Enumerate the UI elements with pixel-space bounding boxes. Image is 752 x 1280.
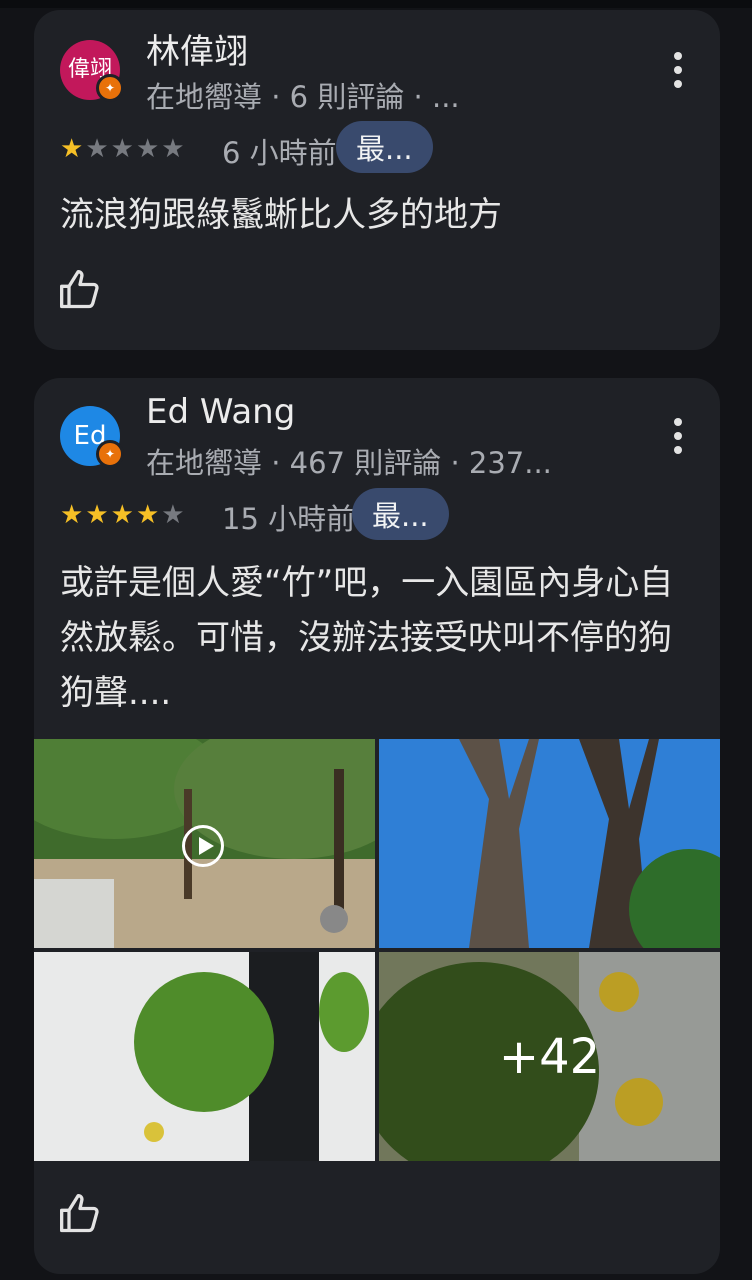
review-photo[interactable]: +42 (379, 952, 720, 1161)
star-icon: ★ (60, 500, 84, 530)
review-time: 6 小時前 (222, 136, 337, 170)
star-icon: ★ (135, 134, 160, 164)
review-video-thumbnail[interactable] (34, 739, 375, 948)
play-icon[interactable] (182, 825, 224, 867)
star-icon: ★ (85, 500, 109, 530)
star-icon: ★ (60, 134, 84, 164)
more-options-icon[interactable] (672, 418, 684, 454)
review-photo[interactable] (379, 739, 720, 948)
star-icon: ★ (161, 500, 185, 530)
local-guide-badge-icon: ✦ (96, 440, 124, 468)
avatar[interactable]: 偉翊 ✦ (60, 40, 124, 102)
star-rating: ★ ★ ★ ★ ★ (60, 502, 185, 528)
reviewer-name[interactable]: 林偉翊 (146, 24, 248, 73)
star-icon: ★ (85, 134, 109, 164)
photo-grid: +42 (34, 739, 720, 1163)
review-card: 偉翊 ✦ 林偉翊 在地嚮導 · 6 則評論 · ... ★ ★ ★ ★ ★ 6 … (34, 10, 720, 350)
star-icon: ★ (161, 134, 185, 164)
star-icon: ★ (110, 134, 134, 164)
thumb-up-icon[interactable] (58, 268, 102, 312)
star-icon: ★ (135, 500, 160, 530)
translation-chip[interactable]: 最... (352, 488, 449, 540)
review-card: Ed ✦ Ed Wang 在地嚮導 · 467 則評論 · 237... ★ ★… (34, 378, 720, 1274)
review-time: 15 小時前 (222, 502, 356, 536)
reviewer-meta: 在地嚮導 · 467 則評論 · 237... (146, 446, 552, 480)
thumb-up-icon[interactable] (58, 1192, 102, 1236)
star-rating: ★ ★ ★ ★ ★ (60, 136, 185, 162)
translation-chip[interactable]: 最... (336, 121, 433, 173)
more-photos-count[interactable]: +42 (379, 952, 720, 1161)
status-strip (0, 0, 752, 8)
local-guide-badge-icon: ✦ (96, 74, 124, 102)
review-photo[interactable] (34, 952, 375, 1161)
reviewer-meta: 在地嚮導 · 6 則評論 · ... (146, 80, 460, 114)
review-text[interactable]: 或許是個人愛“竹”吧，一入園區內身心自然放鬆。可惜，沒辦法接受吠叫不停的狗狗聲.… (60, 556, 690, 721)
more-options-icon[interactable] (672, 52, 684, 88)
avatar[interactable]: Ed ✦ (60, 406, 124, 468)
reviewer-name[interactable]: Ed Wang (146, 392, 295, 432)
review-text[interactable]: 流浪狗跟綠鬣蜥比人多的地方 (60, 188, 690, 243)
star-icon: ★ (110, 500, 134, 530)
